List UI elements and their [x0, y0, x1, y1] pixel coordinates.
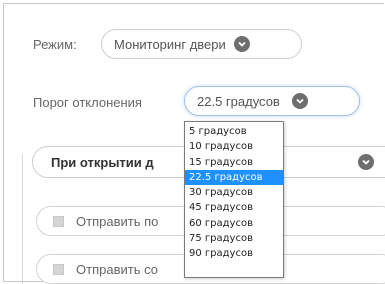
option-45[interactable]: 45 градусов	[185, 200, 283, 215]
action-checkbox[interactable]	[53, 263, 64, 275]
section-divider	[22, 154, 26, 284]
mode-label: Режим:	[33, 37, 77, 52]
threshold-dropdown-list: 5 градусов 10 градусов 15 градусов 22.5 …	[184, 121, 284, 278]
option-15[interactable]: 15 градусов	[185, 155, 283, 170]
action-label: Отправить со	[76, 261, 158, 277]
option-10[interactable]: 10 градусов	[185, 139, 283, 154]
mode-select[interactable]: Мониторинг двери	[101, 29, 302, 59]
threshold-label: Порог отклонения	[33, 95, 142, 110]
option-5[interactable]: 5 градусов	[185, 124, 283, 139]
option-30[interactable]: 30 градусов	[185, 185, 283, 200]
option-60[interactable]: 60 градусов	[185, 216, 283, 231]
threshold-select[interactable]: 22.5 градусов	[184, 86, 360, 116]
action-checkbox[interactable]	[53, 215, 64, 227]
section-title: При открытии д	[51, 154, 154, 170]
chevron-down-icon	[233, 36, 250, 52]
threshold-value: 22.5 градусов	[197, 93, 280, 109]
chevron-down-icon[interactable]	[358, 154, 374, 170]
option-75[interactable]: 75 градусов	[185, 231, 283, 246]
option-22-5[interactable]: 22.5 градусов	[185, 169, 283, 186]
mode-value: Мониторинг двери	[114, 36, 226, 52]
action-label: Отправить по	[76, 213, 159, 229]
option-90[interactable]: 90 градусов	[185, 246, 283, 261]
chevron-down-icon	[291, 93, 308, 109]
